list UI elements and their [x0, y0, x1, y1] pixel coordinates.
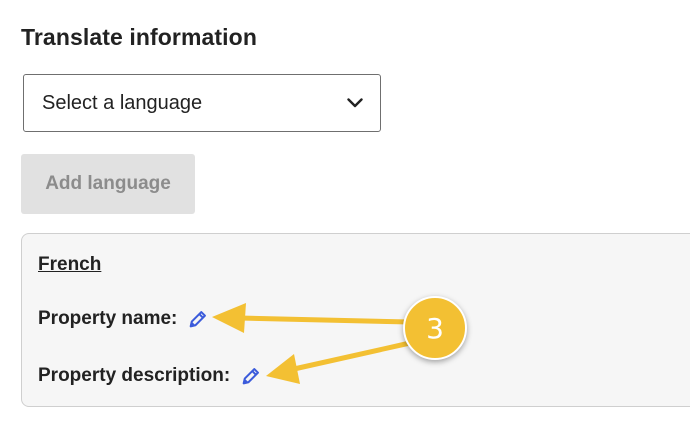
page: Translate information Select a language … — [0, 0, 690, 424]
section-title: Translate information — [21, 24, 257, 50]
property-description-label: Property description: — [38, 365, 231, 386]
language-card: French Property name: Property descripti… — [21, 233, 690, 407]
step-number-badge: 3 — [403, 296, 467, 360]
language-select[interactable]: Select a language — [23, 74, 381, 132]
property-description-row: Property description: — [38, 365, 262, 387]
language-link-french[interactable]: French — [38, 254, 101, 276]
add-language-button[interactable]: Add language — [21, 154, 195, 214]
language-select-value: Select a language — [42, 91, 203, 114]
property-name-row: Property name: — [38, 308, 209, 330]
property-name-label: Property name: — [38, 308, 178, 329]
chevron-down-icon — [346, 94, 364, 112]
pencil-icon[interactable] — [240, 365, 262, 387]
pencil-icon[interactable] — [187, 308, 209, 330]
